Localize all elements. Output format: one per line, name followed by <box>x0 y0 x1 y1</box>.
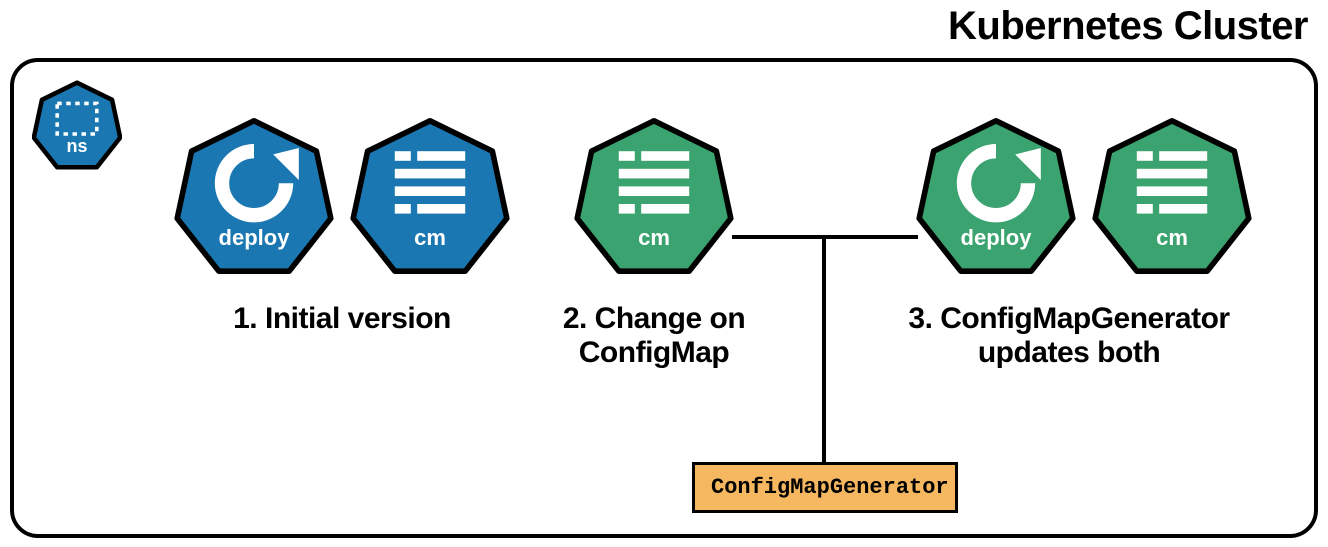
connector-vertical <box>822 235 826 465</box>
step2-line2: ConfigMap <box>579 336 729 369</box>
namespace-label: ns <box>32 136 122 157</box>
step2-line1: 2. Change on <box>563 302 745 335</box>
step3-line1: 3. ConfigMapGenerator <box>908 302 1229 335</box>
deploy-heptagon-green: deploy <box>916 116 1076 276</box>
step2-caption: 2. Change on ConfigMap <box>554 302 754 370</box>
cluster-title: Kubernetes Cluster <box>948 4 1308 49</box>
cluster-container: ns deploy cm <box>10 58 1318 538</box>
step3-caption: 3. ConfigMapGenerator updates both <box>884 302 1254 370</box>
step1-caption: 1. Initial version <box>174 302 510 336</box>
configmap-heptagon-green-2: cm <box>1092 116 1252 276</box>
cm-green2-label: cm <box>1092 225 1252 251</box>
cm-blue-label: cm <box>350 225 510 251</box>
deploy-blue-label: deploy <box>174 225 334 251</box>
configmap-heptagon-blue: cm <box>350 116 510 276</box>
deploy-heptagon-blue: deploy <box>174 116 334 276</box>
step3-line2: updates both <box>978 336 1160 369</box>
namespace-heptagon: ns <box>32 80 122 170</box>
cm-green1-label: cm <box>574 225 734 251</box>
deploy-green-label: deploy <box>916 225 1076 251</box>
configmap-generator-box: ConfigMapGenerator <box>692 462 958 513</box>
configmap-heptagon-green-1: cm <box>574 116 734 276</box>
